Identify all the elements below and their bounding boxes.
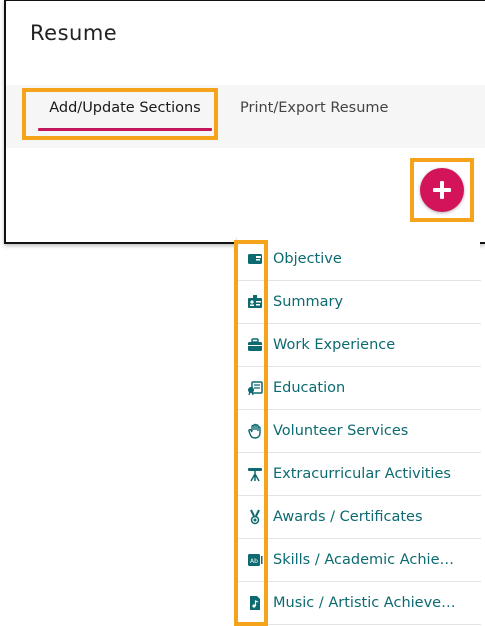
menu-item-label: Volunteer Services: [273, 423, 409, 439]
telescope-icon: [241, 460, 269, 488]
menu-item-awards-certificates[interactable]: Awards / Certificates: [237, 496, 481, 539]
tab-bar: Add/Update Sections Print/Export Resume: [6, 85, 485, 148]
menu-item-label: Objective: [273, 251, 342, 267]
menu-item-label: Work Experience: [273, 337, 396, 353]
menu-item-work-experience[interactable]: Work Experience: [237, 324, 481, 367]
menu-item-extracurricular-activities[interactable]: Extracurricular Activities: [237, 453, 481, 496]
tab-label: Print/Export Resume: [240, 100, 389, 116]
menu-item-label: Summary: [273, 294, 344, 310]
tab-add-update-sections[interactable]: Add/Update Sections: [28, 85, 222, 148]
page-title: Resume: [30, 21, 118, 45]
menu-item-label: Education: [273, 380, 346, 396]
diploma-icon: [241, 374, 269, 402]
medal-icon: [241, 503, 269, 531]
add-section-button[interactable]: [410, 158, 474, 222]
menu-item-music-artistic[interactable]: Music / Artistic Achieve…: [237, 582, 481, 625]
id-card-icon: [241, 245, 269, 273]
briefcase-icon: [241, 331, 269, 359]
add-section-menu: Objective Summary Work Experience Educat…: [236, 238, 481, 626]
plus-icon: [433, 181, 451, 199]
skills-icon: Ab: [241, 546, 269, 574]
svg-text:Ab: Ab: [250, 558, 258, 565]
menu-item-education[interactable]: Education: [237, 367, 481, 410]
menu-item-skills-academic[interactable]: Ab Skills / Academic Achie…: [237, 539, 481, 582]
tab-print-export-resume[interactable]: Print/Export Resume: [226, 85, 402, 148]
add-section-circle[interactable]: [420, 168, 464, 212]
tab-label: Add/Update Sections: [49, 100, 201, 116]
menu-item-label: Awards / Certificates: [273, 509, 423, 525]
raised-hand-icon: [241, 417, 269, 445]
menu-item-label: Music / Artistic Achieve…: [273, 595, 456, 611]
active-tab-indicator: [38, 128, 212, 131]
music-file-icon: [241, 589, 269, 617]
badge-icon: [241, 288, 269, 316]
menu-item-objective[interactable]: Objective: [237, 238, 481, 281]
menu-item-label: Skills / Academic Achie…: [273, 552, 455, 568]
menu-item-summary[interactable]: Summary: [237, 281, 481, 324]
menu-item-label: Extracurricular Activities: [273, 466, 451, 482]
menu-item-volunteer-services[interactable]: Volunteer Services: [237, 410, 481, 453]
